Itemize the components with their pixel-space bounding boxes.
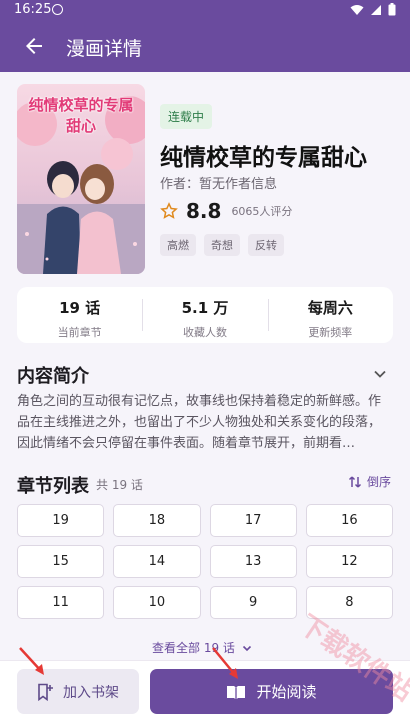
signal-icon: [371, 4, 381, 15]
bookmark-add-icon: [38, 683, 53, 701]
book-open-icon: [227, 685, 246, 699]
rating-row: 8.8 6065人评分: [160, 199, 292, 223]
add-to-shelf-label: 加入书架: [63, 684, 119, 701]
stat-value: 19 话: [59, 299, 101, 317]
stat-label: 当前章节: [57, 326, 102, 339]
star-icon: [160, 202, 178, 219]
chapters-heading: 章节列表: [17, 476, 89, 497]
sort-icon: [348, 475, 362, 488]
chapter-button[interactable]: 14: [113, 545, 201, 578]
stat-update-frequency: 每周六 更新频率: [267, 287, 393, 343]
author-text: 作者：暂无作者信息: [160, 177, 278, 192]
tag[interactable]: 反转: [248, 234, 284, 256]
start-reading-label: 开始阅读: [256, 683, 317, 701]
chapter-grid: 19 18 17 16 15 14 13 12 11 10 9 8: [17, 504, 393, 619]
chapter-button[interactable]: 16: [305, 504, 393, 537]
sort-label: 倒序: [367, 475, 392, 489]
chapter-button[interactable]: 19: [17, 504, 105, 537]
stat-favorites: 5.1 万 收藏人数: [142, 287, 267, 343]
stat-value: 每周六: [307, 299, 353, 317]
tag[interactable]: 高燃: [160, 234, 196, 256]
sort-toggle-button[interactable]: 倒序: [348, 473, 391, 490]
rating-score: 8.8: [186, 199, 222, 223]
back-arrow-icon[interactable]: [22, 34, 46, 58]
cover-title-text: 纯情校草的专属甜心: [28, 96, 134, 135]
chapter-button[interactable]: 9: [209, 586, 297, 619]
chapters-count: 共 19 话: [96, 478, 143, 492]
wifi-icon: [350, 4, 364, 15]
page-title: 漫画详情: [66, 38, 143, 60]
status-icons: [350, 3, 396, 16]
notification-icon: [52, 4, 63, 15]
add-to-shelf-button[interactable]: 加入书架: [17, 669, 139, 714]
expand-chevron-icon[interactable]: [370, 364, 390, 384]
rating-count: 6065人评分: [231, 205, 293, 218]
comic-title: 纯情校草的专属甜心: [160, 145, 367, 171]
intro-heading: 内容简介: [17, 366, 89, 387]
status-bar: 16:25: [0, 0, 410, 20]
status-time: 16:25: [14, 2, 52, 17]
comic-cover[interactable]: 纯情校草的专属甜心: [17, 84, 145, 274]
stat-value: 5.1 万: [181, 299, 229, 317]
chapter-button[interactable]: 18: [113, 504, 201, 537]
chapter-button[interactable]: 15: [17, 545, 105, 578]
chapter-button[interactable]: 13: [209, 545, 297, 578]
chapter-button[interactable]: 11: [17, 586, 105, 619]
stats-card: 19 话 当前章节 5.1 万 收藏人数 每周六 更新频率: [17, 287, 393, 343]
tag-list: 高燃 奇想 反转: [160, 234, 284, 256]
stat-label: 更新频率: [308, 326, 353, 339]
chapter-button[interactable]: 10: [113, 586, 201, 619]
chevron-down-icon: [242, 645, 251, 651]
intro-text[interactable]: 角色之间的互动很有记忆点，故事线也保持着稳定的新鲜感。作品在主线推进之外，也留出…: [17, 391, 393, 454]
status-badge: 连载中: [160, 104, 213, 129]
chapter-button[interactable]: 17: [209, 504, 297, 537]
battery-icon: [388, 3, 396, 16]
chapter-button[interactable]: 12: [305, 545, 393, 578]
tag[interactable]: 奇想: [204, 234, 240, 256]
view-all-chapters-link[interactable]: 查看全部 19 话: [152, 639, 253, 656]
stat-label: 收藏人数: [182, 326, 227, 339]
app-bar: 漫画详情: [0, 20, 410, 72]
view-all-label: 查看全部 19 话: [152, 641, 235, 655]
stat-chapters: 19 话 当前章节: [17, 287, 142, 343]
